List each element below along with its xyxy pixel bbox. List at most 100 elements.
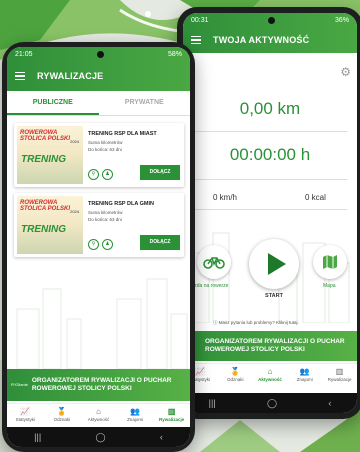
bottom-tab-bar: 📈 Statystyki 🏅 Odznaki ⌂ Aktywność 👥 Znajomi…	[7, 403, 190, 426]
competition-metric: Suma kilometrów	[88, 140, 123, 145]
calories-value: 0 kcal	[305, 193, 326, 202]
home-icon: ⌂	[96, 407, 101, 416]
tab-label: Rywalizacje	[327, 377, 352, 382]
competition-thumbnail: ROWEROWA STOLICA POLSKI 2024 TRENING	[17, 196, 83, 254]
recents-icon[interactable]: |||	[34, 432, 41, 442]
battery-percent: 36%	[334, 16, 349, 24]
tab-label: Odznaki	[53, 417, 71, 422]
people-icon: 👥	[299, 367, 310, 376]
tab-friends[interactable]: 👥 Znajomi	[287, 364, 322, 386]
speed-value: 0 km/h	[213, 193, 238, 202]
visibility-tabs: PUBLICZNE PRYWATNE	[7, 91, 190, 116]
home-nav-icon[interactable]: ◯	[267, 398, 277, 409]
bottom-tab-bar: 📈 Statystyki 🏅 Odznaki ⌂ Aktywność 👥 Znajomi…	[183, 363, 357, 386]
competition-remaining: Do końca: 63 dni	[88, 217, 122, 222]
tab-label: Znajomi	[127, 417, 144, 422]
bicycle-icon: ⚲	[88, 239, 99, 250]
podium-icon: ▥	[167, 407, 176, 416]
tab-label: Aktywność	[258, 377, 282, 382]
battery-percent: 58%	[167, 50, 182, 58]
podium-icon: ▥	[335, 367, 344, 376]
status-time: 00:31	[191, 16, 209, 24]
play-icon	[267, 253, 286, 275]
divider	[193, 179, 347, 180]
map-icon	[323, 255, 337, 269]
thumb-title: TRENING	[21, 224, 66, 235]
divider	[193, 131, 347, 132]
tab-friends[interactable]: 👥 Znajomi	[117, 404, 154, 426]
gear-icon[interactable]: ⚙	[340, 65, 351, 79]
tab-private[interactable]: PRYWATNE	[99, 91, 191, 115]
banner-text: ORGANIZATOREM RYWALIZACJI O PUCHAR ROWER…	[31, 377, 172, 392]
competition-thumbnail: ROWEROWA STOLICA POLSKI 2024 TRENING	[17, 126, 83, 184]
people-icon: 👥	[130, 407, 141, 416]
phone-competitions: 21:05 58% RYWALIZACJE PUBLICZNE PRYWATNE…	[2, 42, 195, 452]
competition-remaining: Do końca: 63 dni	[88, 147, 122, 152]
tab-activity[interactable]: ⌂ Aktywność	[80, 404, 117, 426]
competition-metric: Suma kilometrów	[88, 210, 123, 215]
tab-label: Aktywność	[87, 417, 110, 422]
chart-line-icon: 📈	[20, 407, 31, 416]
tab-competitions[interactable]: ▥ Rywalizacje	[153, 404, 190, 426]
competition-card[interactable]: ROWEROWA STOLICA POLSKI 2024 TRENING TRE…	[14, 123, 184, 187]
promo-banner[interactable]: RYDlanie ORGANIZATOREM RYWALIZACJI O PUC…	[7, 369, 190, 401]
competition-title: TRENING RSP DLA GMIN	[88, 201, 155, 207]
tab-label: Odznaki	[226, 377, 244, 382]
tab-activity[interactable]: ⌂ Aktywność	[253, 364, 288, 386]
status-bar: 21:05 58%	[7, 47, 190, 61]
back-icon[interactable]: ‹	[160, 432, 163, 442]
tab-label: Statystyki	[15, 417, 35, 422]
divider	[193, 209, 347, 210]
home-nav-icon[interactable]: ◯	[95, 432, 105, 443]
map-button[interactable]	[313, 245, 347, 279]
distance-value: 0,00 km	[239, 99, 301, 118]
back-icon[interactable]: ‹	[328, 398, 331, 408]
promo-banner[interactable]: ORGANIZATOREM RYWALIZACJI O PUCHAR ROWER…	[183, 331, 357, 361]
thumb-year: 2024	[70, 139, 79, 144]
phone-activity: 00:31 36% TWOJA AKTYWNOŚĆ ⚙ 0,00 km 00:0…	[177, 7, 360, 419]
system-nav-bar: ||| ◯ ‹	[7, 427, 190, 447]
recents-icon[interactable]: |||	[209, 398, 216, 408]
status-time: 21:05	[15, 50, 33, 58]
competitions-screen: 21:05 58% RYWALIZACJE PUBLICZNE PRYWATNE…	[7, 47, 190, 447]
walk-icon: ♟	[102, 169, 113, 180]
banner-text: ORGANIZATOREM RYWALIZACJI O PUCHAR ROWER…	[205, 338, 345, 353]
bicycle-icon	[203, 257, 225, 269]
help-text: Masz pytania lub problemy? Kliknij tutaj…	[218, 320, 299, 325]
start-label: START	[265, 293, 283, 299]
tab-public[interactable]: PUBLICZNE	[7, 91, 99, 115]
start-button[interactable]	[249, 239, 299, 289]
bike-mode-button[interactable]	[197, 245, 231, 279]
help-link[interactable]: ⓘ Masz pytania lub problemy? Kliknij tut…	[213, 320, 299, 326]
thumb-year: 2024	[70, 209, 79, 214]
status-bar: 00:31 36%	[183, 13, 357, 27]
tab-badges[interactable]: 🏅 Odznaki	[44, 404, 81, 426]
system-nav-bar: ||| ◯ ‹	[183, 393, 357, 413]
activity-screen: 00:31 36% TWOJA AKTYWNOŚĆ ⚙ 0,00 km 00:0…	[183, 13, 357, 413]
join-button[interactable]: DOŁĄCZ	[140, 165, 180, 180]
tab-label: Rywalizacje	[159, 417, 185, 422]
tab-label: Znajomi	[296, 377, 313, 382]
app-bar: RYWALIZACJE	[7, 61, 190, 91]
page-title: RYWALIZACJE	[37, 71, 104, 81]
menu-icon[interactable]	[15, 70, 25, 83]
tab-competitions[interactable]: ▥ Rywalizacje	[322, 364, 357, 386]
banner-logo: RYDlanie	[11, 382, 28, 387]
home-icon: ⌂	[267, 367, 273, 376]
app-bar: TWOJA AKTYWNOŚĆ	[183, 27, 357, 53]
camera-cutout	[96, 50, 104, 58]
medal-icon: 🏅	[56, 407, 67, 416]
skyline-decoration	[16, 278, 188, 369]
tab-badges[interactable]: 🏅 Odznaki	[218, 364, 253, 386]
competition-title: TRENING RSP DLA MIAST	[88, 131, 157, 137]
duration-value: 00:00:00 h	[229, 145, 311, 164]
competitions-header: 21:05 58% RYWALIZACJE	[7, 47, 190, 91]
page-title: TWOJA AKTYWNOŚĆ	[213, 35, 310, 45]
join-button[interactable]: DOŁĄCZ	[140, 235, 180, 250]
menu-icon[interactable]	[191, 34, 201, 47]
map-label: Mapa	[323, 283, 336, 289]
walk-icon: ♟	[102, 239, 113, 250]
tab-stats[interactable]: 📈 Statystyki	[7, 404, 44, 426]
thumb-title: TRENING	[21, 154, 66, 165]
competition-card[interactable]: ROWEROWA STOLICA POLSKI 2024 TRENING TRE…	[14, 193, 184, 257]
